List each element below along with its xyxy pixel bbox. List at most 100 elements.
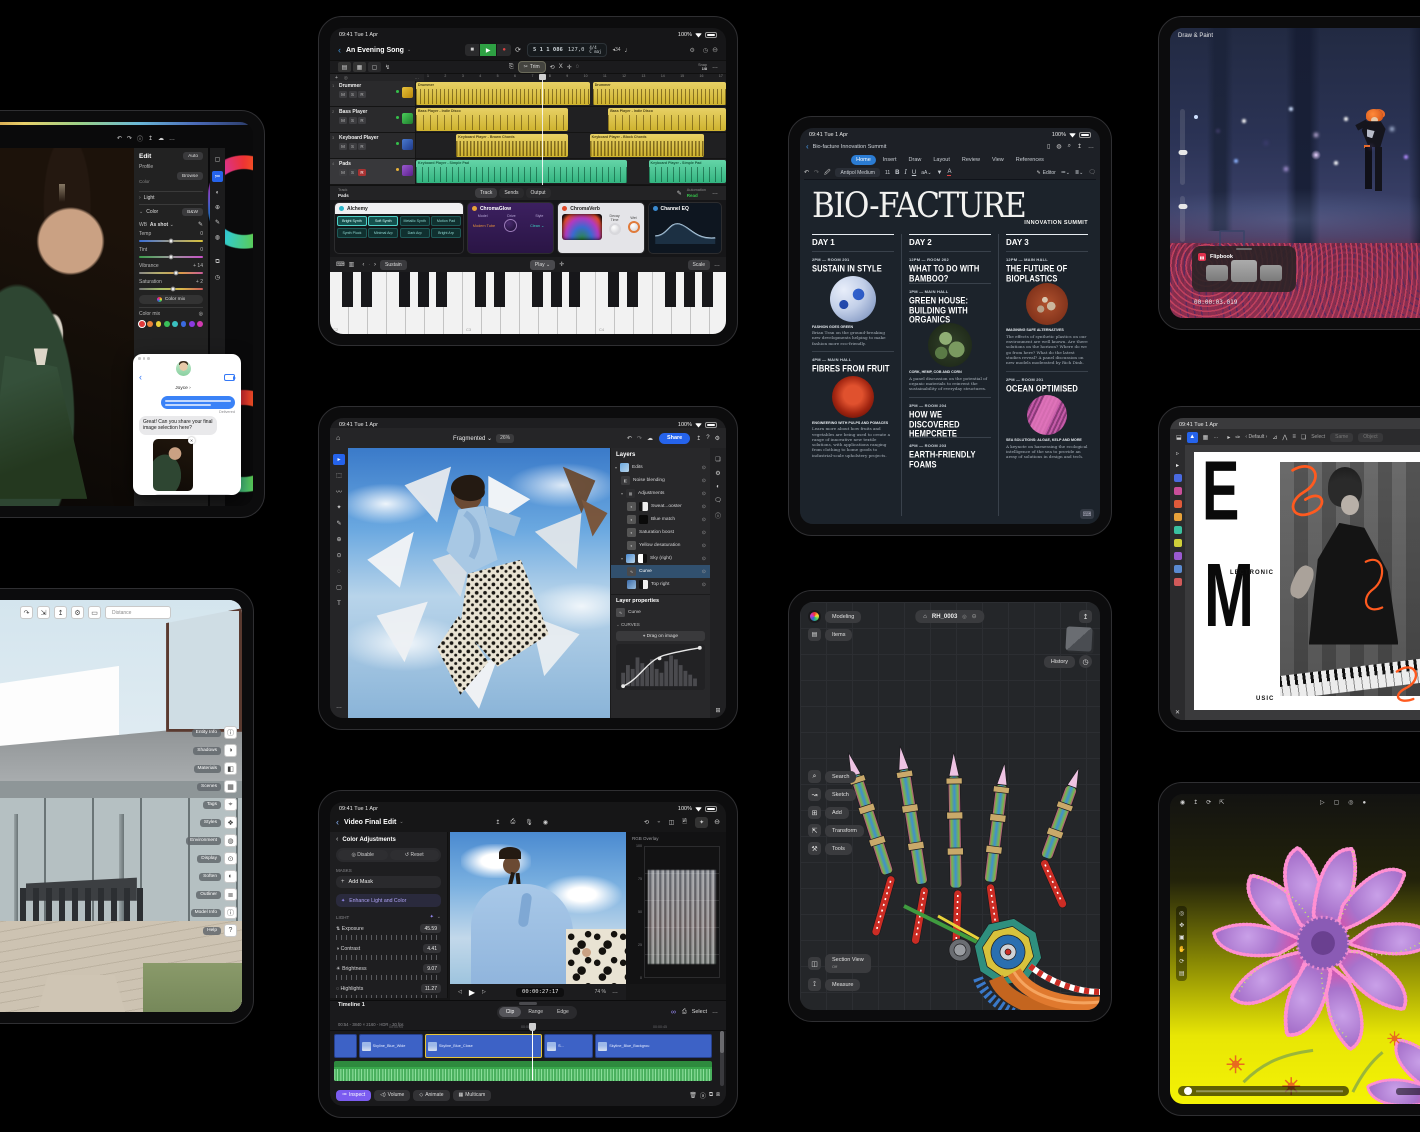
clock-icon[interactable]: ◷ <box>703 47 708 54</box>
layer-row[interactable]: ◐Sweat...ooster⊙ <box>611 500 710 513</box>
track-lane[interactable]: Bass Player - Indie Disco Bass Player - … <box>416 107 726 132</box>
transform-tool-icon[interactable]: ⬚ <box>333 470 345 481</box>
play-mode-button[interactable]: Play ⌄ <box>530 260 555 270</box>
home-icon[interactable]: ⌂ <box>336 435 340 442</box>
outliner-button[interactable]: ≣ <box>224 888 237 901</box>
duplicate-icon[interactable]: ❏ <box>1301 434 1306 441</box>
video-call-icon[interactable] <box>224 374 235 381</box>
share-icon[interactable]: ⇱ <box>1219 799 1224 806</box>
tools-button[interactable]: Tools <box>825 843 852 855</box>
alchemy-pad[interactable]: Bright Synth <box>337 216 367 226</box>
solo-button[interactable]: S <box>349 91 357 98</box>
animate-button[interactable]: ◇ Animate <box>413 1090 449 1101</box>
split-keyboard-icon[interactable]: ▥ <box>349 261 355 268</box>
slider-knob[interactable] <box>170 287 175 292</box>
orbit-tool-icon[interactable]: ⟳ <box>1178 958 1185 965</box>
region[interactable]: Drummer <box>593 82 726 105</box>
trash-icon[interactable]: 🗑 <box>689 1092 697 1099</box>
back-icon[interactable]: ‹ <box>338 45 341 55</box>
wand-icon[interactable]: ✦ <box>430 914 434 920</box>
message-input[interactable]: This might be the one! I made some quick… <box>151 494 235 495</box>
target-tool-icon[interactable]: ◎ <box>1178 910 1185 917</box>
pen-tool-icon[interactable] <box>1174 487 1182 495</box>
slider-knob[interactable] <box>169 239 174 244</box>
highlight-button[interactable]: ▼ <box>937 170 943 176</box>
cloud-icon[interactable]: ☁ <box>647 435 653 442</box>
tab-home[interactable]: Home <box>851 155 876 165</box>
region[interactable]: Drummer <box>416 82 590 105</box>
crossfade-tool-icon[interactable]: X <box>559 64 563 70</box>
layers-panel-icon[interactable]: ❏ <box>715 456 720 463</box>
poster-page[interactable]: E M LECTRONIC USIC <box>1194 452 1420 710</box>
history-icon[interactable]: ◷ <box>215 274 220 281</box>
plugin-chromaverb[interactable]: ChromaVerb Decay Time Wet <box>557 202 644 254</box>
curves-editor[interactable] <box>616 644 705 690</box>
plugin-chromaglow[interactable]: ChromaGlow ModelDriveStyle Modern Tube C… <box>467 202 554 254</box>
mute-button[interactable]: M <box>339 91 347 98</box>
mobile-view-icon[interactable]: ▯ <box>1047 143 1050 150</box>
search-icon[interactable]: ⌕ <box>808 770 821 783</box>
crop-tool-icon[interactable] <box>1174 578 1182 586</box>
history-clock-icon[interactable]: ◷ <box>1079 655 1092 668</box>
viewer-more-icon[interactable]: … <box>612 989 618 995</box>
settings-icon[interactable]: ⚙ <box>690 47 695 54</box>
loop-icon[interactable]: ∞ <box>671 1009 676 1016</box>
measure-button[interactable]: Measure <box>825 979 860 991</box>
bold-button[interactable]: B <box>895 170 899 176</box>
alchemy-pad[interactable]: Synth Pluck <box>337 228 367 238</box>
shapr-app-icon[interactable] <box>808 610 821 623</box>
bw-button[interactable]: B&W <box>182 208 203 216</box>
brush-tool-icon[interactable]: ✎ <box>333 518 345 529</box>
split-tool-icon[interactable]: ✛ <box>567 64 572 71</box>
same-button[interactable]: Same <box>1330 433 1353 442</box>
automation-view-icon[interactable]: ↯ <box>385 64 390 71</box>
window-dot[interactable] <box>138 357 141 360</box>
rotate-tool-icon[interactable]: ⟲ <box>550 64 555 71</box>
record-enable-button[interactable]: R <box>358 169 366 176</box>
orange-dot[interactable] <box>147 321 153 327</box>
mirror-icon[interactable]: ⋀ <box>1282 434 1287 441</box>
region[interactable]: Bass Player - Indie Disco <box>416 108 568 131</box>
lcd-display[interactable]: 5 1 1 086 127,0 4/4C maj <box>527 43 607 57</box>
pan-tool-icon[interactable]: ✋ <box>1178 946 1185 953</box>
alchemy-pad[interactable]: Dark Arp <box>400 228 430 238</box>
tab-view[interactable]: View <box>987 155 1009 165</box>
crop-tool-icon[interactable]: ▢ <box>215 156 221 163</box>
eye-icon[interactable]: ⊙ <box>702 517 706 523</box>
format-painter-icon[interactable]: 🖉 <box>824 168 830 178</box>
chevron-down-icon[interactable]: ⌄ <box>407 47 411 53</box>
black-keys[interactable] <box>330 272 726 307</box>
tracks-view-icon[interactable]: ▤ <box>338 62 351 72</box>
window-dot[interactable] <box>147 357 150 360</box>
collapse-icon[interactable]: ⌄ <box>437 914 441 920</box>
share-icon[interactable]: ↥ <box>54 606 67 619</box>
mute-button[interactable]: M <box>339 117 347 124</box>
brush-size-slider[interactable] <box>1180 109 1185 185</box>
playhead[interactable] <box>542 74 543 185</box>
redo-icon[interactable]: ↷ <box>127 135 132 142</box>
flower-screen[interactable]: ◉ ↥ ⟳ ⇱ ▷ ▢ ◎ ● <box>1170 794 1420 1104</box>
clone-tool-icon[interactable]: ⊙ <box>333 550 345 561</box>
auto-button[interactable]: Auto <box>183 152 203 160</box>
editor-view-icon[interactable]: ▢ <box>368 62 381 72</box>
footer-more-icon[interactable]: … <box>712 190 718 196</box>
pixel-persona-icon[interactable]: ▦ <box>1203 434 1209 441</box>
region[interactable]: Keyboard Player - Block Chords <box>590 134 705 157</box>
playhead-handle[interactable] <box>539 74 546 80</box>
color-section-header[interactable]: ⌄ColorB&W <box>139 204 203 219</box>
select-menu[interactable]: Select <box>1311 434 1325 440</box>
tab-references[interactable]: References <box>1011 155 1049 165</box>
info-icon[interactable]: ⓘ <box>137 134 143 143</box>
browse-button[interactable]: Browse <box>177 172 203 180</box>
plugin-channeleq[interactable]: Channel EQ <box>648 202 723 254</box>
next-frame-icon[interactable]: ▷ <box>482 989 486 995</box>
versions-icon[interactable]: ⧉ <box>215 259 219 266</box>
modeling-menu[interactable]: Modeling <box>825 611 861 623</box>
mode-clip[interactable]: Clip <box>499 1007 522 1017</box>
audio-track[interactable] <box>334 1061 712 1081</box>
document-page[interactable]: BIO-FACTURE INNOVATION SUMMIT DAY 1 2PM … <box>800 180 1100 524</box>
render-progress-bar[interactable] <box>1178 1086 1349 1096</box>
align-icon[interactable]: ≡ <box>1292 434 1296 440</box>
eyedropper-icon[interactable]: ✎ <box>198 221 203 228</box>
paste-icon[interactable]: ⎘ <box>509 64 514 71</box>
